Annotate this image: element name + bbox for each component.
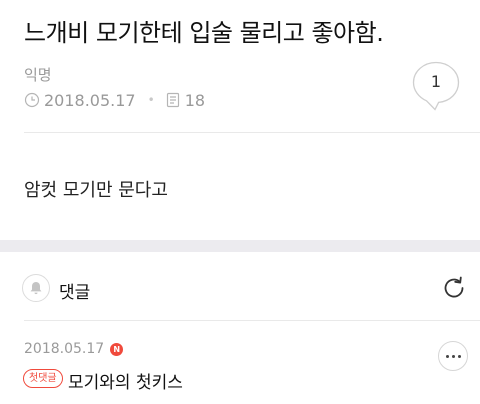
post-title: 느개비 모기한테 입술 물리고 좋아함. (24, 19, 384, 47)
author-name: 익명 (24, 66, 52, 84)
comments-divider (24, 320, 480, 321)
notification-toggle[interactable] (22, 274, 50, 302)
refresh-icon (444, 276, 464, 298)
post-meta: 2018.05.17 • 18 (24, 90, 205, 110)
comments-header: 댓글 (0, 252, 480, 322)
more-dot (451, 354, 455, 358)
comment-more-button[interactable] (438, 341, 468, 371)
document-icon (165, 92, 181, 108)
meta-separator: • (147, 93, 155, 107)
comment-count: 1 (430, 72, 442, 91)
section-separator (0, 240, 480, 252)
comment-meta: 2018.05.17 N (24, 341, 124, 357)
post-date: 2018.05.17 (44, 90, 136, 110)
first-comment-badge: 첫댓글 (23, 369, 63, 388)
bell-icon (30, 282, 42, 295)
refresh-button[interactable] (440, 274, 468, 302)
clock-icon (24, 92, 40, 108)
more-dot (457, 354, 461, 358)
post-body: 암컷 모기만 문다고 (24, 180, 168, 201)
header-divider (24, 132, 480, 133)
new-badge: N (110, 342, 124, 356)
comment-date: 2018.05.17 (24, 341, 105, 357)
comment-count-button[interactable]: 1 (411, 60, 461, 112)
comments-title: 댓글 (59, 283, 91, 303)
more-dot (445, 354, 449, 358)
comment-text: 모기와의 첫키스 (68, 373, 183, 393)
view-count: 18 (184, 90, 206, 110)
